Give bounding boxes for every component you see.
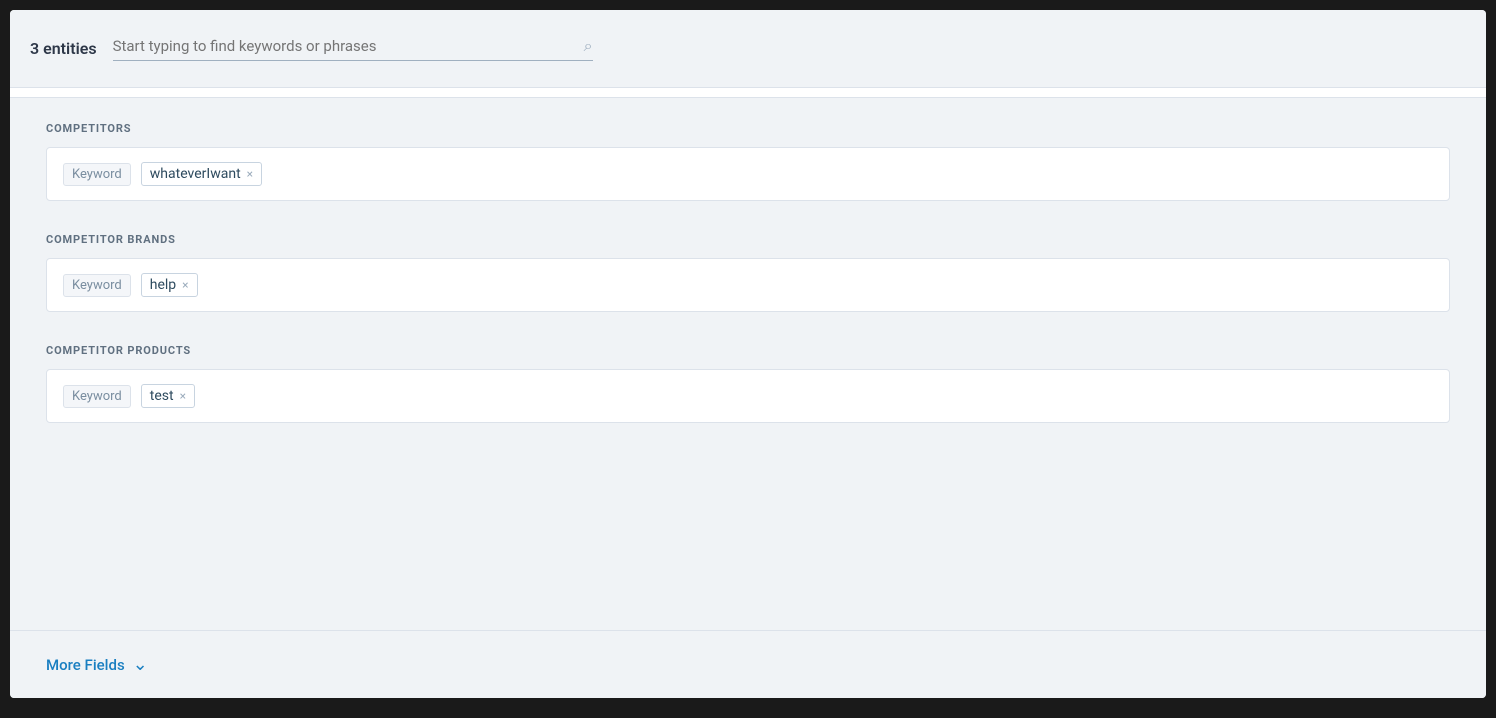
more-fields-label: More Fields — [46, 656, 125, 674]
keyword-row-competitor-products: Keyword test × — [46, 369, 1450, 423]
keyword-label-competitor-brands: Keyword — [63, 274, 131, 297]
section-title-competitor-brands: COMPETITOR BRANDS — [46, 233, 1450, 246]
entity-count: 3 entities — [30, 39, 97, 58]
section-title-competitors: COMPETITORS — [46, 122, 1450, 135]
tag-remove-test[interactable]: × — [180, 390, 186, 402]
chevron-down-icon: ⌄ — [133, 654, 148, 675]
section-title-competitor-products: COMPETITOR PRODUCTS — [46, 344, 1450, 357]
tag-text-test: test — [150, 388, 174, 404]
search-icon: ⌕ — [584, 36, 593, 56]
tag-remove-help[interactable]: × — [182, 279, 188, 291]
keyword-row-competitor-brands: Keyword help × — [46, 258, 1450, 312]
search-input[interactable] — [113, 37, 576, 55]
footer-bar: More Fields ⌄ — [10, 630, 1486, 698]
section-competitor-products: COMPETITOR PRODUCTS Keyword test × — [10, 320, 1486, 431]
more-fields-button[interactable]: More Fields ⌄ — [46, 654, 148, 675]
tag-text-whateveriwant: whateverIwant — [150, 166, 241, 182]
keyword-label-competitor-products: Keyword — [63, 385, 131, 408]
keyword-tag-help: help × — [141, 273, 198, 297]
tag-text-help: help — [150, 277, 176, 293]
section-competitors: COMPETITORS Keyword whateverIwant × — [10, 98, 1486, 209]
section-competitor-brands: COMPETITOR BRANDS Keyword help × — [10, 209, 1486, 320]
main-container: 3 entities ⌕ COMPETITORS Keyword whateve… — [10, 10, 1486, 698]
keyword-tag-test: test × — [141, 384, 195, 408]
search-input-wrapper: ⌕ — [113, 36, 593, 61]
keyword-tag-whateveriwant: whateverIwant × — [141, 162, 262, 186]
tag-remove-whateveriwant[interactable]: × — [247, 168, 253, 180]
top-divider-bar — [10, 88, 1486, 98]
search-header: 3 entities ⌕ — [10, 10, 1486, 88]
keyword-label-competitors: Keyword — [63, 163, 131, 186]
keyword-row-competitors: Keyword whateverIwant × — [46, 147, 1450, 201]
content-area: COMPETITORS Keyword whateverIwant × COMP… — [10, 88, 1486, 630]
